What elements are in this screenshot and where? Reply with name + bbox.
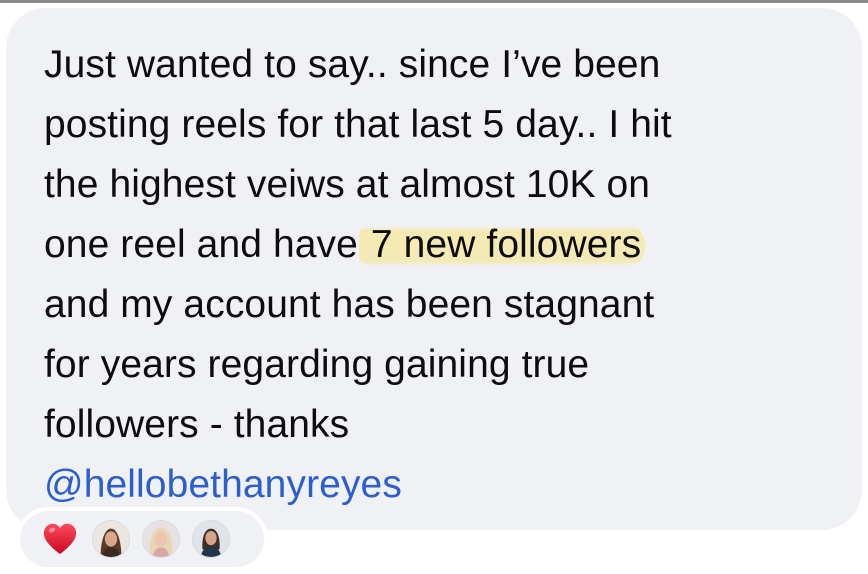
highlighted-phrase: 7 new followers [358,223,646,266]
mention-link[interactable]: @hellobethanyreyes [44,455,842,515]
comment-line-4: one reel and have 7 new followers [44,215,842,275]
comment-line-7: followers - thanks [44,403,350,446]
comment-line-6: for years regarding gaining true [44,343,590,386]
top-divider [0,0,868,3]
comment-line-4-text: one reel and have [44,223,369,266]
heart-icon[interactable] [40,519,80,559]
comment-line-1: Just wanted to say.. since I’ve been [44,43,661,86]
comment-line-2: posting reels for that last 5 day.. I hi… [44,103,672,146]
avatar-reactor-3[interactable] [192,520,230,558]
reactions-bar[interactable] [20,511,264,567]
comment-line-5: and my account has been stagnant [44,283,655,326]
comment-bubble: Just wanted to say.. since I’ve been pos… [6,8,862,530]
comment-line-3: the highest veiws at almost 10K on [44,163,651,206]
avatar-reactor-2[interactable] [142,520,180,558]
avatar-reactor-1[interactable] [92,520,130,558]
comment-text: Just wanted to say.. since I’ve been pos… [44,35,842,515]
